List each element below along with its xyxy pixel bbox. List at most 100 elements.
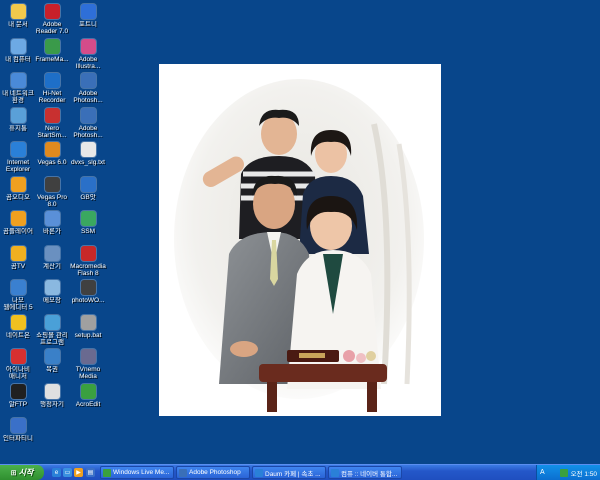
ftp-icon <box>10 383 26 399</box>
taskbar-task-button[interactable]: Daum 카페 | 속초 ... <box>252 466 326 479</box>
desktop-icon-label: Adobe Reader 7.0 <box>35 21 69 35</box>
desktop-icon-label: 행정자기 <box>40 400 64 408</box>
inavi-icon <box>10 349 26 364</box>
desktop-icon[interactable]: Macromedia Flash 8 <box>70 245 106 277</box>
desktop-icon[interactable]: SSM <box>70 211 106 235</box>
taskbar-task-button[interactable]: Adobe Photoshop <box>176 466 250 479</box>
folder-icon <box>10 4 26 19</box>
start-button[interactable]: ⊞ 시작 <box>0 465 44 480</box>
ie-icon <box>331 468 339 477</box>
desktop-icon[interactable]: 포트니 <box>70 4 106 28</box>
desktop-icon[interactable]: Adobe Photosh... <box>70 107 106 139</box>
desktop-icon[interactable]: 쇼핑몰 관리 프로그램 <box>34 314 70 346</box>
desktop-icon[interactable]: 내 네트워크 환경 <box>0 73 36 104</box>
desktop-icon[interactable]: Adobe Photosh... <box>70 73 106 104</box>
desktop-icon[interactable]: TVnemo Media <box>70 349 106 380</box>
desktop-icon[interactable]: 복권 <box>34 349 70 373</box>
desktop-icon[interactable]: Nero StartSm... <box>34 107 70 139</box>
quick-launch-media-icon[interactable]: ▶ <box>74 468 83 477</box>
desktop-icon[interactable]: photoWO... <box>70 280 106 304</box>
desktop-icon-label: AcroEdit <box>75 400 101 408</box>
gb-icon <box>80 176 96 192</box>
interparty-icon <box>10 418 26 433</box>
family-photo-image <box>159 64 441 416</box>
clock[interactable]: 오전 1:50 <box>571 468 597 478</box>
taskbar: ⊞ 시작 e ▭ ▶ ▤ Windows Live Me... Adobe Pho… <box>0 464 600 480</box>
desktop-icon[interactable]: 내 컴퓨터 <box>0 38 36 63</box>
desktop-icon[interactable]: 휴지통 <box>0 107 36 132</box>
desktop-icon[interactable]: 인터파티니 <box>0 418 36 442</box>
desktop-icon-label: Adobe Photosh... <box>73 90 103 104</box>
photoshop-icon <box>179 468 187 477</box>
desktop-icon-label: Vegas 6.0 <box>37 159 67 166</box>
desktop-icon-label: Macromedia Flash 8 <box>70 262 106 277</box>
taskbar-task-button[interactable]: Windows Live Me... <box>100 466 174 479</box>
network-icon <box>10 73 26 88</box>
desktop-icon[interactable]: 곰TV <box>0 245 36 270</box>
flower-icon <box>80 38 96 54</box>
desktop-icon-label: 계산기 <box>43 262 61 270</box>
desktop-icon[interactable]: 행정자기 <box>34 383 70 408</box>
desktop-icon-label: SSM <box>80 228 96 235</box>
acroedit-icon <box>80 383 96 399</box>
desktop-icon[interactable]: Hi-Net Recorder <box>34 73 70 104</box>
desktop-icon[interactable]: AcroEdit <box>70 383 106 408</box>
desktop-icon[interactable]: 내 문서 <box>0 4 36 28</box>
photoshop-icon <box>80 73 96 88</box>
family-photo <box>159 64 441 416</box>
hi-icon <box>44 73 60 88</box>
desktop-icon[interactable]: setup.bat <box>70 314 106 339</box>
desktop-icon[interactable]: 알FTP <box>0 383 36 408</box>
desktop-icon-label: 포트니 <box>79 21 97 28</box>
ime-indicator[interactable]: A <box>540 469 545 476</box>
messenger-icon <box>103 468 111 477</box>
taskbar-task-button[interactable]: 컴퓨 :: 네이버 통합... <box>328 466 402 479</box>
desktop-icon[interactable]: GB앗 <box>70 176 106 201</box>
desktop-icon[interactable]: Internet Explorer <box>0 142 36 173</box>
desktop-icon[interactable]: 메모장 <box>34 280 70 304</box>
desktop-icon[interactable]: FrameMa... <box>34 38 70 63</box>
desktop-icon-label: 인터파티니 <box>3 435 33 442</box>
desktop-icon[interactable]: 곰플레이어 <box>0 211 36 235</box>
photo-icon <box>80 280 96 295</box>
nero-icon <box>44 107 60 123</box>
desktop-icon-label: 메모장 <box>43 297 61 304</box>
desktop-icon[interactable]: dvxs_slg.txt <box>70 142 106 166</box>
desktop-icon[interactable]: Vegas Pro 8.0 <box>34 176 70 208</box>
tray-network-icon[interactable] <box>559 468 568 477</box>
flash-icon <box>80 245 96 261</box>
ssm-icon <box>80 211 96 226</box>
desktop-icon-label: setup.bat <box>74 331 102 339</box>
shop-icon <box>44 314 60 330</box>
desktop-icon[interactable]: 계산기 <box>34 245 70 270</box>
desktop-icon[interactable]: Adobe Illustra... <box>70 38 106 70</box>
desktop-icon[interactable]: 나모 웹에디터 5 <box>0 280 36 311</box>
desktop-icon-label: Nero StartSm... <box>37 124 67 139</box>
desktop-icon-label: dvxs_slg.txt <box>71 159 105 166</box>
desktop-icon-label: 바론가 <box>43 228 61 235</box>
desktop-icon-label: FrameMa... <box>35 55 69 63</box>
vegas-icon <box>44 142 60 157</box>
text-file-icon <box>80 142 96 157</box>
quick-launch-desktop-icon[interactable]: ▭ <box>63 468 72 477</box>
windows-logo-icon: ⊞ <box>10 469 17 477</box>
pdf-icon <box>44 4 60 19</box>
ie-icon <box>255 468 263 477</box>
vegas-pro-icon <box>44 176 60 192</box>
desktop-icon[interactable]: Adobe Reader 7.0 <box>34 4 70 35</box>
trash-icon <box>10 107 26 123</box>
desktop-icon[interactable]: 네이트온 <box>0 314 36 339</box>
desktop-icon[interactable]: 곰오디오 <box>0 176 36 201</box>
batch-file-icon <box>80 314 96 330</box>
taskbar-task-label: 컴퓨 :: 네이버 통합... <box>341 470 398 478</box>
desktop-icon-label: 복권 <box>46 366 58 373</box>
taskbar-task-label: Daum 카페 | 속초 ... <box>265 470 321 478</box>
usb-icon <box>44 383 60 399</box>
desktop-icon[interactable]: 바론가 <box>34 211 70 235</box>
desktop-icon[interactable]: 아이나비 매니저 <box>0 349 36 380</box>
quick-launch-ie-icon[interactable]: e <box>52 468 61 477</box>
desktop-icon[interactable]: Vegas 6.0 <box>34 142 70 166</box>
start-button-label: 시작 <box>18 468 34 477</box>
quick-launch-folder-icon[interactable]: ▤ <box>86 468 95 477</box>
desktop-icon-label: Adobe Illustra... <box>75 55 101 70</box>
